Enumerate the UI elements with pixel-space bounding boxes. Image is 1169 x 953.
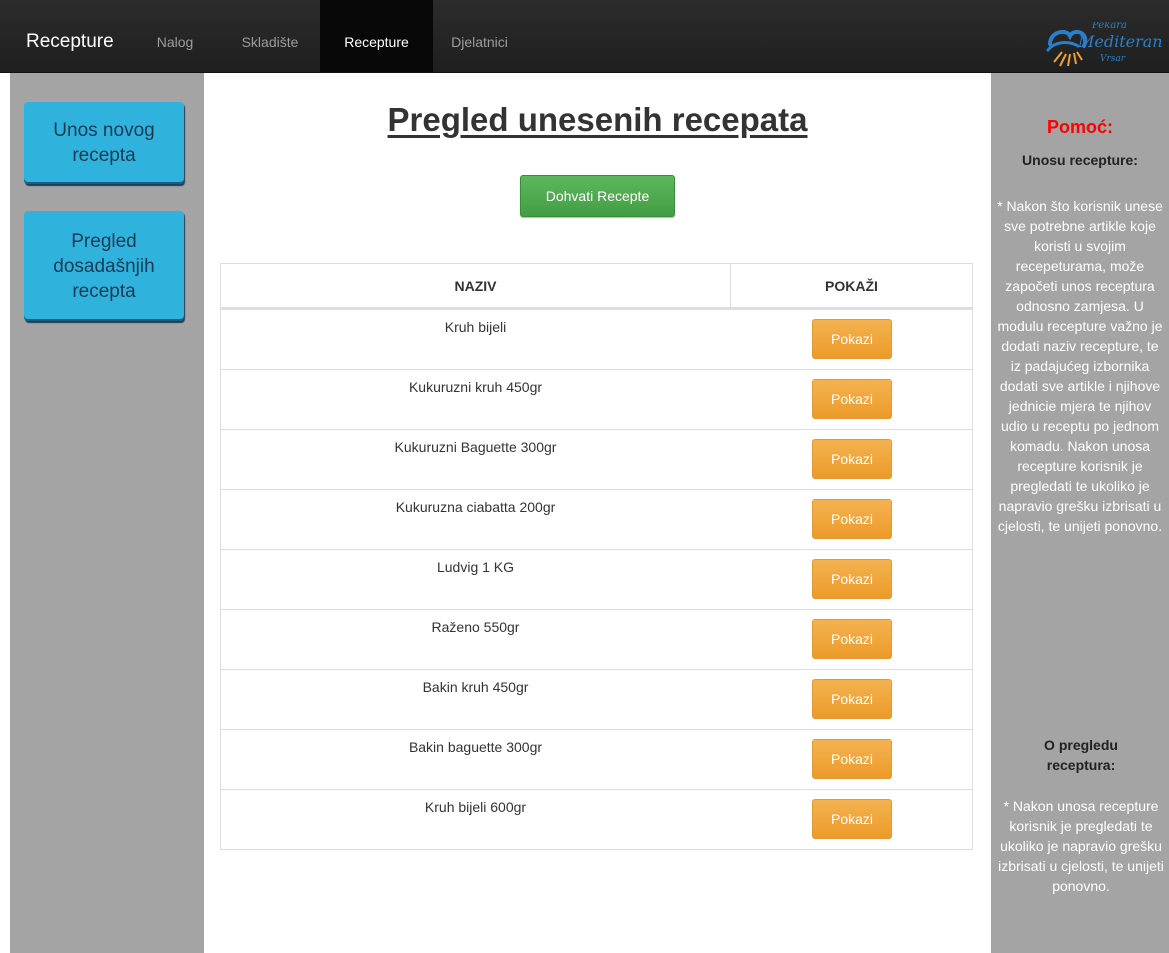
show-recipe-button[interactable]: Pokazi (812, 799, 892, 839)
recipe-name: Kukuruzni kruh 450gr (408, 379, 543, 395)
show-recipe-button[interactable]: Pokazi (812, 319, 892, 359)
table-row: Raženo 550gr Pokazi (221, 609, 972, 669)
nav-item-djelatnici[interactable]: Djelatnici (437, 0, 522, 72)
recipe-name: Kukuruzni Baguette 300gr (394, 439, 557, 455)
recipe-name: Kruh bijeli (444, 319, 507, 335)
table-row: Kruh bijeli Pokazi (221, 309, 972, 369)
recipe-name: Kruh bijeli 600gr (424, 799, 527, 815)
help-section-title-entry: Unosu recepture: (1022, 152, 1138, 168)
help-title: Pomoć: (1046, 117, 1113, 137)
recipe-name: Kukuruzna ciabatta 200gr (395, 499, 556, 515)
show-recipe-button[interactable]: Pokazi (812, 379, 892, 419)
navbar-brand[interactable]: Recepture (26, 0, 114, 72)
logo-text-mediteran: Mediteran (1078, 32, 1163, 51)
logo-text-vrsar: Vrsar (1100, 54, 1126, 64)
show-recipe-button[interactable]: Pokazi (812, 439, 892, 479)
page-title: Pregled unesenih recepata (387, 101, 808, 138)
recipe-name: Bakin baguette 300gr (408, 739, 543, 755)
recipe-name: Ludvig 1 KG (436, 559, 515, 575)
column-header-naziv: NAZIV (454, 278, 497, 294)
recipe-name: Bakin kruh 450gr (422, 679, 529, 695)
new-recipe-button[interactable]: Unos novog recepta (24, 102, 184, 184)
column-header-pokazi: POKAŽI (825, 278, 878, 294)
table-row: Bakin baguette 300gr Pokazi (221, 729, 972, 789)
pekara-mediteran-logo: Pekara Mediteran Vrsar (1040, 22, 1169, 72)
nav-item-skladiste[interactable]: Skladište (220, 0, 320, 72)
recipes-table: NAZIV POKAŽI Kruh bijeli Pokazi Kukuruzn… (220, 263, 973, 850)
recipe-name: Raženo 550gr (431, 619, 520, 635)
help-sidebar: Pomoć: Unosu recepture: * Nakon što kori… (991, 73, 1169, 953)
nav-item-nalog[interactable]: Nalog (145, 0, 205, 72)
show-recipe-button[interactable]: Pokazi (812, 679, 892, 719)
help-section-text-entry: * Nakon što korisnik unese sve potrebne … (997, 198, 1163, 534)
show-recipe-button[interactable]: Pokazi (812, 559, 892, 599)
logo-text-pekara: Pekara (1092, 22, 1127, 31)
left-sidebar: Unos novog recepta Pregled dosadašnjih r… (10, 73, 204, 953)
table-row: Ludvig 1 KG Pokazi (221, 549, 972, 609)
show-recipe-button[interactable]: Pokazi (812, 619, 892, 659)
table-row: Bakin kruh 450gr Pokazi (221, 669, 972, 729)
help-section-text-review: * Nakon unosa recepture korisnik je preg… (998, 798, 1164, 894)
help-section-title-review: O pregledu receptura: (1044, 737, 1118, 773)
show-recipe-button[interactable]: Pokazi (812, 499, 892, 539)
fetch-recipes-button[interactable]: Dohvati Recepte (520, 175, 675, 217)
table-row: Kruh bijeli 600gr Pokazi (221, 789, 972, 849)
table-row: Kukuruzni Baguette 300gr Pokazi (221, 429, 972, 489)
table-row: Kukuruzna ciabatta 200gr Pokazi (221, 489, 972, 549)
top-navbar: Recepture Nalog Skladište Recepture Djel… (0, 0, 1169, 73)
nav-item-recepture[interactable]: Recepture (320, 0, 433, 72)
show-recipe-button[interactable]: Pokazi (812, 739, 892, 779)
recipe-history-button[interactable]: Pregled dosadašnjih recepta (24, 211, 184, 321)
table-row: Kukuruzni kruh 450gr Pokazi (221, 369, 972, 429)
